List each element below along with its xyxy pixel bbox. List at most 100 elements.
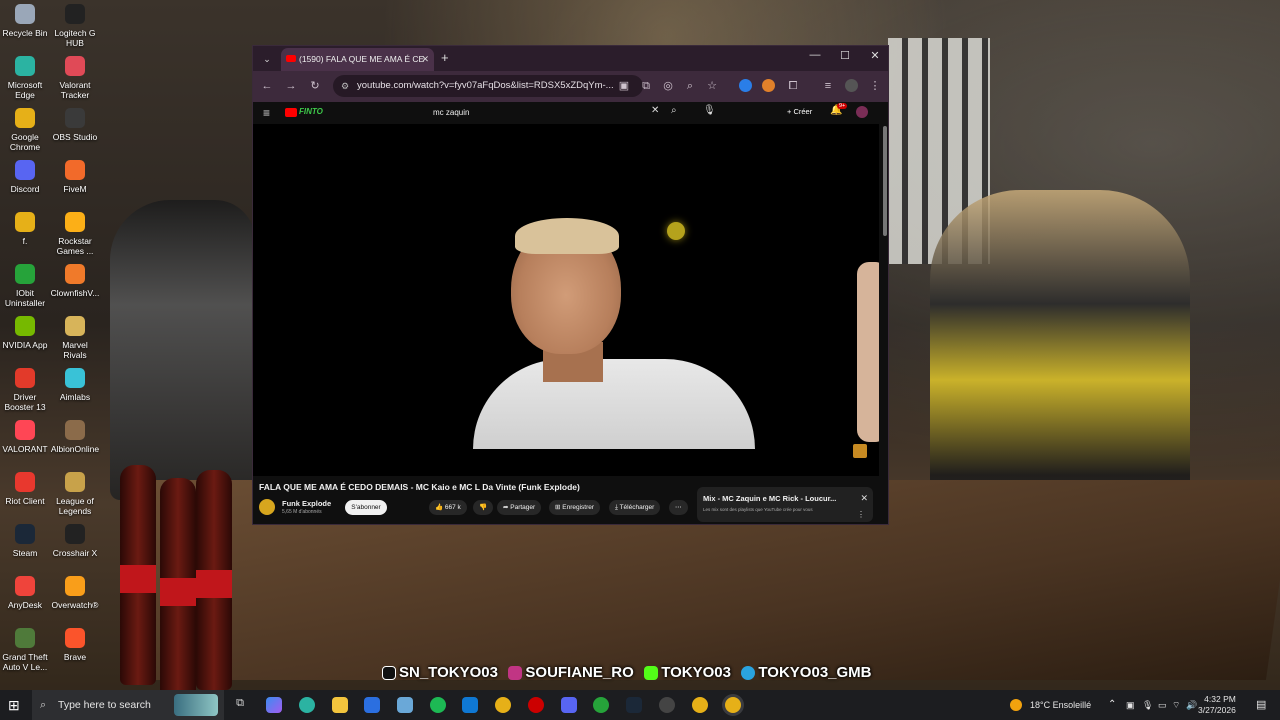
desktop-icon[interactable]: Logitech G HUB [50,4,100,48]
youtube-logo-text[interactable]: FINTO [299,107,323,116]
desktop-icon[interactable]: AnyDesk [0,576,50,610]
desktop-icon[interactable]: IObit Uninstaller [0,264,50,308]
forward-icon[interactable]: → [283,78,299,94]
weather-text[interactable]: 18°C Ensoleillé [1030,690,1091,720]
minimize-icon[interactable]: — [805,49,825,61]
network-icon[interactable]: ▭ [1158,690,1167,720]
screenshot-icon[interactable]: ⧉ [638,78,654,94]
clock[interactable]: 4:32 PM 3/27/2026 [1198,694,1236,716]
back-icon[interactable]: ← [259,78,275,94]
mix-title[interactable]: Mix - MC Zaquin e MC Rick - Loucur... [703,494,836,503]
desktop-icon[interactable]: Overwatch® [50,576,100,610]
hamburger-menu-icon[interactable]: ≡ [263,106,270,120]
desktop-icon[interactable]: AlbionOnline [50,420,100,454]
account-avatar[interactable] [856,106,868,118]
desktop-icon[interactable]: Riot Client [0,472,50,506]
desktop-icon[interactable]: Valorant Tracker [50,56,100,100]
tray-overflow-icon[interactable]: ⌃ [1108,690,1116,720]
desktop-icon[interactable]: Grand Theft Auto V Le... [0,628,50,672]
save-button[interactable]: ⊞ Enregistrer [549,500,601,515]
tab-close-icon[interactable]: ✕ [421,48,429,71]
copilot-icon[interactable] [266,697,282,713]
lens-icon[interactable]: ◎ [660,78,676,94]
bookmark-star-icon[interactable]: ☆ [704,78,720,94]
file-explorer-icon[interactable] [332,697,348,713]
page-scrollbar[interactable] [882,124,888,484]
desktop-icon[interactable]: Marvel Rivals [50,316,100,360]
desktop-icon[interactable]: Driver Booster 13 [0,368,50,412]
browser-window[interactable]: ⌄ (1590) FALA QUE ME AMA É CE ✕ + — ☐ ✕ … [252,45,889,525]
task-view-icon[interactable]: ⧉ [232,697,248,713]
profile-avatar-icon[interactable] [845,79,858,92]
mix-close-icon[interactable]: ✕ [860,493,868,504]
zoom-icon[interactable]: ⌕ [682,78,698,94]
store-icon[interactable] [364,697,380,713]
desktop-icon[interactable]: FiveM [50,160,100,194]
download-button[interactable]: ⤓ Télécharger [609,500,661,515]
notification-center-icon[interactable]: ▤ [1256,690,1266,720]
tab-youtube[interactable]: (1590) FALA QUE ME AMA É CE ✕ [281,48,434,71]
outlook-icon[interactable] [462,697,478,713]
browser-menu-icon[interactable]: ⋮ [867,78,883,94]
search-icon[interactable]: ⌕ [671,105,677,116]
desktop-icon[interactable]: Steam [0,524,50,558]
youtube-search-input[interactable]: mc zaquin [427,104,663,122]
share-button[interactable]: ➦ Partager [497,500,542,515]
channel-avatar[interactable] [259,499,275,515]
volume-icon[interactable]: 🔊 [1186,690,1197,720]
windows-start-icon[interactable]: ⊞ [8,697,20,714]
spotify-icon[interactable] [430,697,446,713]
media-control-icon[interactable]: ≡ [820,78,836,94]
chrome-taskbar-icon[interactable] [495,697,511,713]
weather-sun-icon[interactable] [1010,699,1022,711]
cast-icon[interactable]: ▣ [616,78,632,94]
address-bar[interactable]: ⚙ youtube.com/watch?v=fyv07aFqDos&list=R… [333,75,643,97]
extension-orange-icon[interactable] [762,79,775,92]
desktop-icon[interactable]: Google Chrome [0,108,50,152]
mix-card[interactable]: Mix - MC Zaquin e MC Rick - Loucur... Le… [697,487,873,522]
site-info-icon[interactable]: ⚙ [341,75,349,97]
reload-icon[interactable]: ↻ [307,78,323,94]
taskbar-search-input[interactable]: ⌕ Type here to search [32,690,224,720]
steam-taskbar-icon[interactable] [626,697,642,713]
desktop-icon[interactable]: VALORANT [0,420,50,454]
desktop-icon[interactable]: Crosshair X [50,524,100,558]
maximize-icon[interactable]: ☐ [835,49,855,62]
dislike-button[interactable]: 👎 [473,500,494,515]
desktop-icon[interactable]: Brave [50,628,100,662]
desktop-icon[interactable]: OBS Studio [50,108,100,142]
desktop-icon[interactable]: Microsoft Edge [0,56,50,100]
desktop-icon[interactable]: f. [0,212,50,246]
app-icon[interactable] [397,697,413,713]
wifi-icon[interactable]: ⌔ [1172,690,1180,720]
desktop-icon[interactable]: Rockstar Games ... [50,212,100,256]
microphone-tray-icon[interactable]: 🎙 [1142,690,1153,720]
obs-taskbar-icon[interactable] [659,697,675,713]
edge-taskbar-icon[interactable] [299,697,315,713]
extension-blue-icon[interactable] [739,79,752,92]
desktop-icon[interactable]: League of Legends [50,472,100,516]
desktop-icon[interactable]: Recycle Bin [0,4,50,38]
channel-name[interactable]: Funk Explode [282,499,331,508]
subscribe-button[interactable]: S'abonner [345,500,387,515]
tab-search-icon[interactable]: ⌄ [259,51,275,67]
mix-more-icon[interactable]: ⋮ [857,510,865,519]
scrollbar-thumb[interactable] [883,126,887,236]
desktop-icon[interactable]: NVIDIA App [0,316,50,350]
create-button[interactable]: + Créer [787,107,812,116]
new-tab-icon[interactable]: + [441,50,449,65]
desktop-icon[interactable]: Aimlabs [50,368,100,402]
search-clear-icon[interactable]: ✕ [651,105,659,116]
iobit-taskbar-icon[interactable] [593,697,609,713]
tray-app-icon[interactable]: ▣ [1126,690,1135,720]
more-actions-icon[interactable]: ⋯ [669,500,688,515]
chrome-profile-taskbar-icon[interactable] [692,697,708,713]
close-window-icon[interactable]: ✕ [865,49,885,62]
desktop-icon[interactable]: ClownfishV... [50,264,100,298]
like-button[interactable]: 👍 667 k [429,500,467,515]
microphone-icon[interactable]: 🎙 [703,105,716,116]
app-red-icon[interactable] [528,697,544,713]
video-player[interactable] [253,124,879,476]
desktop-icon[interactable]: Discord [0,160,50,194]
youtube-logo-icon[interactable] [285,108,297,117]
